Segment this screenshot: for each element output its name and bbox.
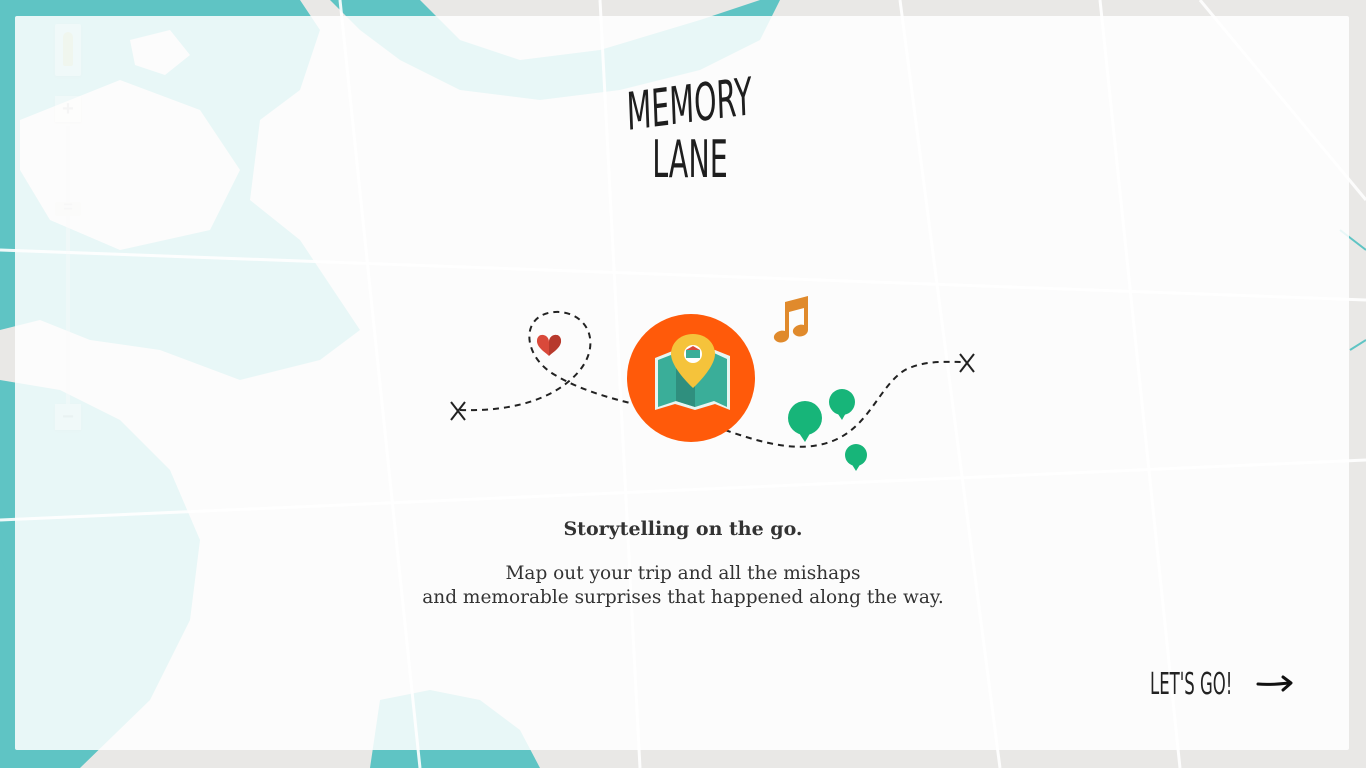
- description-line-2: and memorable surprises that happened al…: [422, 587, 944, 608]
- lets-go-button[interactable]: LET'S GO!: [1150, 664, 1294, 704]
- arrow-right-icon: [1256, 675, 1293, 692]
- description: Map out your trip and all the mishaps an…: [0, 562, 1366, 610]
- hero-illustration: [450, 296, 975, 471]
- memory-lane-logo: MEMORY LANE: [626, 72, 754, 190]
- music-note-icon: [773, 296, 808, 343]
- cross-marker-icon: [959, 353, 975, 373]
- heart-icon: [536, 334, 562, 356]
- description-line-1: Map out your trip and all the mishaps: [505, 563, 861, 584]
- lets-go-label: LET'S GO!: [1150, 666, 1233, 702]
- map-pin-icon: [627, 314, 755, 442]
- speech-bubble-icon: [788, 389, 867, 471]
- tagline: Storytelling on the go.: [563, 518, 803, 540]
- logo-line-2: LANE: [652, 129, 728, 190]
